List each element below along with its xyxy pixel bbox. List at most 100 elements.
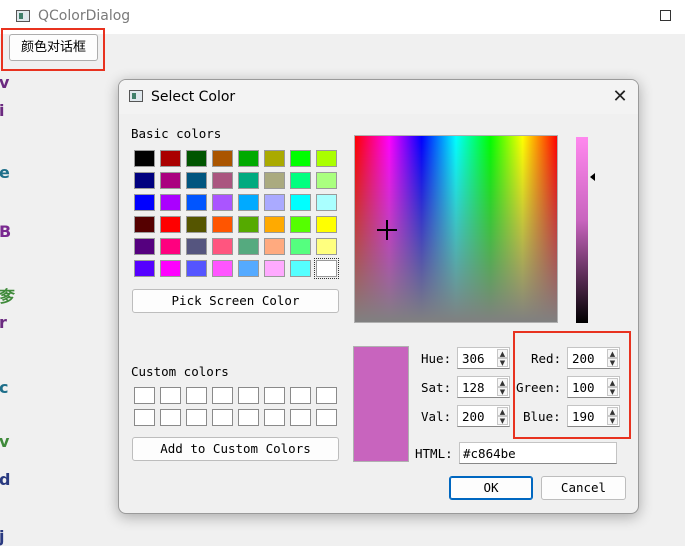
red-label: Red: [531, 351, 562, 366]
basic-color-swatch[interactable] [186, 172, 207, 189]
basic-color-swatch[interactable] [290, 172, 311, 189]
spin-down-icon[interactable]: ▼ [497, 416, 508, 425]
html-value: #c864be [463, 446, 516, 461]
basic-color-swatch[interactable] [238, 216, 259, 233]
value-slider-arrow-icon[interactable] [590, 173, 595, 181]
basic-color-swatch[interactable] [238, 150, 259, 167]
hue-saturation-picker[interactable] [354, 135, 558, 323]
open-color-dialog-button[interactable]: 颜色对话框 [9, 34, 98, 61]
basic-color-swatch[interactable] [160, 172, 181, 189]
custom-color-swatch[interactable] [134, 409, 155, 426]
green-spinbox[interactable]: 100 ▲ ▼ [567, 376, 620, 398]
spin-up-icon[interactable]: ▲ [497, 349, 508, 358]
custom-color-swatch[interactable] [290, 409, 311, 426]
basic-color-swatch[interactable] [316, 238, 337, 255]
spin-up-icon[interactable]: ▲ [607, 349, 618, 358]
basic-color-swatch[interactable] [264, 194, 285, 211]
basic-color-swatch[interactable] [160, 238, 181, 255]
edge-text-fragment: c [0, 378, 9, 397]
basic-color-swatch[interactable] [264, 216, 285, 233]
basic-color-swatch[interactable] [316, 172, 337, 189]
spin-up-icon[interactable]: ▲ [607, 407, 618, 416]
custom-color-swatch[interactable] [212, 409, 233, 426]
custom-color-swatch[interactable] [290, 387, 311, 404]
spin-down-icon[interactable]: ▼ [607, 387, 618, 396]
edge-text-fragment: B [0, 222, 12, 241]
custom-color-swatch[interactable] [316, 387, 337, 404]
basic-color-swatch[interactable] [290, 150, 311, 167]
value-slider[interactable] [576, 137, 588, 323]
basic-color-swatch[interactable] [290, 194, 311, 211]
basic-color-swatch[interactable] [134, 216, 155, 233]
basic-color-swatch[interactable] [134, 260, 155, 277]
spin-up-icon[interactable]: ▲ [607, 378, 618, 387]
basic-color-swatch[interactable] [290, 238, 311, 255]
basic-color-swatch[interactable] [290, 260, 311, 277]
basic-color-swatch[interactable] [212, 150, 233, 167]
hue-label: Hue: [421, 351, 452, 366]
basic-color-swatch[interactable] [160, 194, 181, 211]
basic-color-swatch[interactable] [186, 260, 207, 277]
basic-color-swatch[interactable] [264, 260, 285, 277]
basic-color-swatch[interactable] [160, 216, 181, 233]
custom-color-swatch[interactable] [160, 387, 181, 404]
custom-color-swatch[interactable] [264, 387, 285, 404]
custom-color-swatch[interactable] [212, 387, 233, 404]
custom-color-swatch[interactable] [316, 409, 337, 426]
basic-color-swatch[interactable] [264, 238, 285, 255]
basic-color-swatch[interactable] [212, 172, 233, 189]
sat-spinbox[interactable]: 128 ▲ ▼ [457, 376, 510, 398]
spin-down-icon[interactable]: ▼ [497, 387, 508, 396]
cancel-button[interactable]: Cancel [541, 476, 626, 500]
basic-color-swatch[interactable] [238, 260, 259, 277]
custom-color-swatch[interactable] [160, 409, 181, 426]
pick-screen-color-button[interactable]: Pick Screen Color [132, 289, 339, 313]
basic-color-swatch[interactable] [264, 172, 285, 189]
basic-color-swatch[interactable] [212, 260, 233, 277]
custom-color-swatch[interactable] [238, 387, 259, 404]
basic-color-swatch[interactable] [160, 260, 181, 277]
ok-button[interactable]: OK [449, 476, 533, 500]
basic-color-swatch[interactable] [212, 194, 233, 211]
basic-color-swatch[interactable] [212, 238, 233, 255]
spin-up-icon[interactable]: ▲ [497, 407, 508, 416]
basic-color-swatch[interactable] [238, 194, 259, 211]
custom-color-swatch[interactable] [186, 387, 207, 404]
basic-color-swatch[interactable] [186, 150, 207, 167]
spin-down-icon[interactable]: ▼ [497, 358, 508, 367]
add-to-custom-colors-button[interactable]: Add to Custom Colors [132, 437, 339, 461]
blue-spinbox[interactable]: 190 ▲ ▼ [567, 405, 620, 427]
basic-color-swatch[interactable] [212, 216, 233, 233]
basic-color-swatch[interactable] [238, 238, 259, 255]
hue-spinbox[interactable]: 306 ▲ ▼ [457, 347, 510, 369]
basic-color-swatch[interactable] [238, 172, 259, 189]
spin-down-icon[interactable]: ▼ [607, 358, 618, 367]
basic-color-swatch[interactable] [134, 172, 155, 189]
red-spinbox[interactable]: 200 ▲ ▼ [567, 347, 620, 369]
basic-color-swatch[interactable] [316, 194, 337, 211]
basic-color-swatch[interactable] [134, 194, 155, 211]
basic-color-swatch[interactable] [186, 238, 207, 255]
basic-color-swatch[interactable] [314, 258, 339, 279]
html-input[interactable]: #c864be [459, 442, 617, 464]
custom-color-swatch[interactable] [134, 387, 155, 404]
basic-color-swatch[interactable] [134, 238, 155, 255]
basic-color-swatch[interactable] [290, 216, 311, 233]
val-spinbox[interactable]: 200 ▲ ▼ [457, 405, 510, 427]
close-icon[interactable]: ✕ [609, 86, 631, 108]
custom-color-swatch[interactable] [186, 409, 207, 426]
custom-color-swatch[interactable] [264, 409, 285, 426]
html-label: HTML: [415, 446, 453, 461]
custom-color-swatch[interactable] [238, 409, 259, 426]
current-color-preview [353, 346, 409, 462]
spin-down-icon[interactable]: ▼ [607, 416, 618, 425]
basic-color-swatch[interactable] [160, 150, 181, 167]
basic-color-swatch[interactable] [134, 150, 155, 167]
basic-color-swatch[interactable] [186, 216, 207, 233]
maximize-icon[interactable] [660, 10, 671, 21]
basic-color-swatch[interactable] [316, 216, 337, 233]
basic-color-swatch[interactable] [186, 194, 207, 211]
basic-color-swatch[interactable] [316, 150, 337, 167]
basic-color-swatch[interactable] [264, 150, 285, 167]
spin-up-icon[interactable]: ▲ [497, 378, 508, 387]
